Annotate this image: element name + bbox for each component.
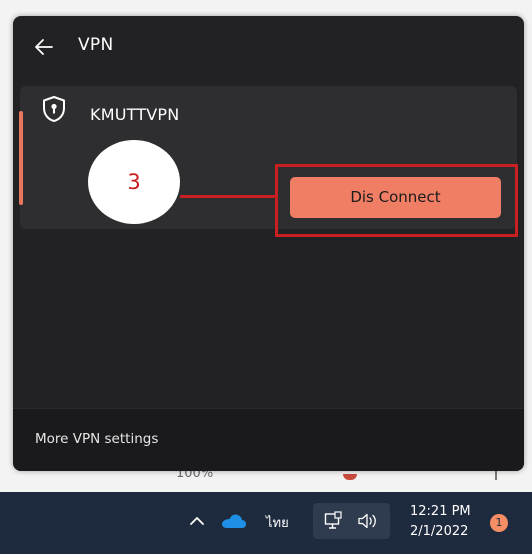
annotation-connector-line — [180, 195, 276, 198]
selection-indicator — [19, 111, 23, 205]
background-slider-thumb — [343, 474, 357, 480]
onedrive-cloud-icon[interactable] — [221, 513, 247, 529]
volume-icon — [358, 513, 376, 529]
more-vpn-settings-link[interactable]: More VPN settings — [35, 431, 158, 447]
chevron-up-icon[interactable] — [189, 516, 205, 526]
vpn-flyout: VPN KMUTTVPN More VPN settings — [13, 16, 524, 471]
step-annotation-circle: 3 — [88, 140, 180, 224]
arrow-left-icon[interactable] — [34, 38, 54, 56]
flyout-header: VPN — [13, 16, 524, 80]
quick-settings-button[interactable] — [313, 503, 390, 539]
page-title: VPN — [78, 35, 114, 55]
shield-keyhole-icon — [43, 96, 65, 122]
vpn-name: KMUTTVPN — [90, 105, 180, 124]
flyout-footer: More VPN settings — [13, 408, 524, 471]
disconnect-button[interactable]: Dis Connect — [290, 177, 501, 218]
input-language-indicator[interactable]: ไทย — [266, 512, 289, 533]
clock-time[interactable]: 12:21 PM — [410, 504, 480, 519]
network-monitor-icon — [324, 511, 342, 529]
taskbar: ไทย 12:21 PM 2/1/2022 1 — [0, 492, 532, 554]
notification-badge[interactable]: 1 — [490, 514, 508, 532]
clock-date[interactable]: 2/1/2022 — [410, 524, 480, 539]
step-number: 3 — [127, 170, 141, 194]
